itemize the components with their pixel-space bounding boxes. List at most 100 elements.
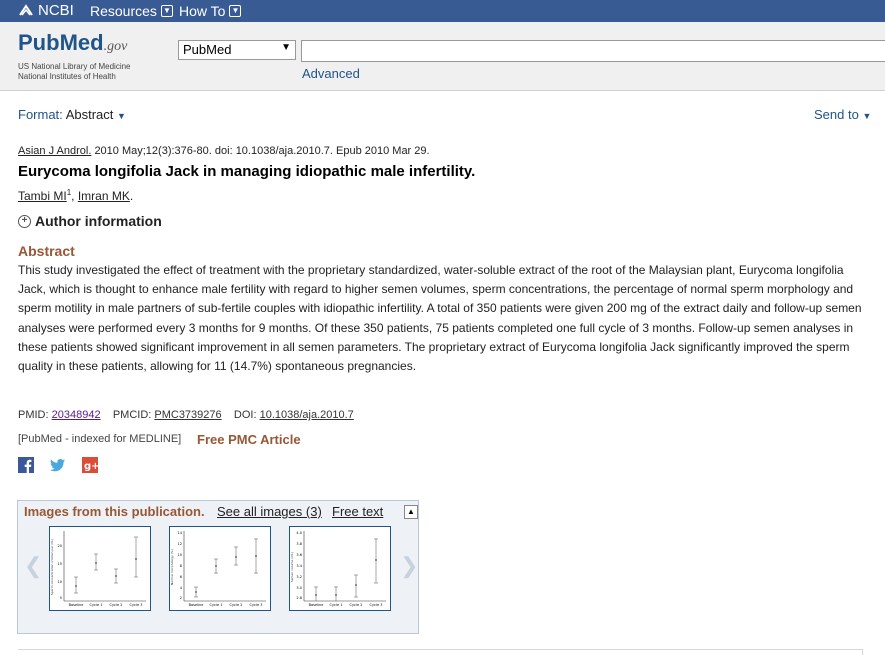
menu-resources[interactable]: Resources ▼ <box>90 3 173 19</box>
ncbi-logo-icon <box>19 3 33 16</box>
pmid-label: PMID: <box>18 409 49 421</box>
abstract-text: This study investigated the effect of tr… <box>18 263 862 374</box>
author-information-label: Author information <box>35 213 162 229</box>
ncbi-label: NCBI <box>38 2 74 19</box>
pubmed-logo[interactable]: PubMed.gov <box>18 30 138 60</box>
format-value: Abstract <box>65 107 114 122</box>
thumb-ytick: 3.4 <box>296 564 302 568</box>
thumb-ytick: 6 <box>180 575 182 579</box>
nih-line: National Institutes of Health <box>18 72 116 81</box>
thumb-ytick: 4 <box>180 586 183 590</box>
menu-how-to[interactable]: How To ▼ <box>179 3 242 19</box>
thumb-ytick: 20 <box>58 544 62 548</box>
thumbnail-plot: Semen volume (mL) 4.0 3.8 3.6 3.4 3.2 3.… <box>290 531 386 607</box>
caret-down-icon: ▼ <box>862 111 872 121</box>
social-share: g+ <box>18 457 98 473</box>
facebook-icon[interactable] <box>18 457 34 473</box>
nlm-subtitle: US National Library of Medicine National… <box>18 62 131 82</box>
thumb-xtick: Cycle 1 <box>330 603 343 607</box>
logo-pub-text: Pub <box>18 30 60 55</box>
thumb-ytick: 10 <box>58 580 62 584</box>
thumb-ytick: 14 <box>178 531 183 535</box>
menu-how-to-label: How To <box>179 3 226 19</box>
thumb-xtick: Baseline <box>309 603 324 607</box>
collapse-panel-button[interactable]: ▲ <box>404 505 418 519</box>
database-select-value: PubMed <box>183 42 232 57</box>
google-plus-icon[interactable]: g+ <box>82 457 98 473</box>
thumb-xtick: Cycle 2 <box>230 603 243 607</box>
images-from-publication-panel: Images from this publication. See all im… <box>17 500 419 634</box>
carousel-next-icon[interactable]: ❯ <box>400 553 418 579</box>
thumb-ytick: 4.0 <box>296 531 302 535</box>
see-all-images-link[interactable]: See all images (3) <box>217 504 322 519</box>
thumb-ytick: 12 <box>178 542 182 546</box>
expand-plus-icon: + <box>18 214 31 228</box>
thumb-ylabel: Sperm concentration (million per mL) <box>50 539 54 595</box>
article-title: Eurycoma longifolia Jack in managing idi… <box>18 163 476 180</box>
format-selector[interactable]: Format: Abstract ▼ <box>18 107 126 122</box>
images-panel-title: Images from this publication. <box>24 504 205 519</box>
thumb-ytick: 3.0 <box>296 586 302 590</box>
thumbnail-plot: Normal morphology (%) 14 12 10 8 6 4 2 B… <box>170 531 266 607</box>
pmcid-label: PMCID: <box>112 409 152 421</box>
thumb-ytick: 3.2 <box>296 575 302 579</box>
dropdown-arrow-icon: ▼ <box>281 42 291 53</box>
section-divider-edge <box>862 649 863 655</box>
thumb-xtick: Cycle 3 <box>130 603 143 607</box>
caret-down-icon: ▼ <box>117 111 126 121</box>
format-label: Format <box>18 107 60 122</box>
thumb-xtick: Cycle 1 <box>210 603 223 607</box>
carousel-prev-icon[interactable]: ❮ <box>24 553 42 579</box>
thumb-xtick: Baseline <box>69 603 84 607</box>
thumb-ytick: 2.8 <box>296 596 302 600</box>
figure-thumbnail[interactable]: Normal morphology (%) 14 12 10 8 6 4 2 B… <box>169 526 271 611</box>
doi-link[interactable]: 10.1038/aja.2010.7 <box>260 409 354 421</box>
thumbnail-plot: Sperm concentration (million per mL) 20 … <box>50 531 146 607</box>
thumb-ytick: 10 <box>178 553 182 557</box>
thumb-ytick: 3.8 <box>296 542 302 546</box>
advanced-search-link[interactable]: Advanced <box>302 66 360 81</box>
pubmed-header: PubMed.gov US National Library of Medici… <box>0 22 885 91</box>
thumb-xtick: Cycle 3 <box>370 603 383 607</box>
author-link[interactable]: Imran MK <box>78 189 130 203</box>
chevron-down-icon: ▼ <box>229 5 242 17</box>
twitter-icon[interactable] <box>50 457 66 473</box>
indexing-status: [PubMed - indexed for MEDLINE] <box>18 433 182 445</box>
author-information-toggle[interactable]: + Author information <box>18 213 162 229</box>
thumb-ytick: 15 <box>58 562 62 566</box>
citation: Asian J Androl. 2010 May;12(3):376-80. d… <box>18 145 430 157</box>
search-input[interactable] <box>301 40 885 62</box>
thumb-xtick: Cycle 1 <box>90 603 103 607</box>
figure-thumbnail[interactable]: Semen volume (mL) 4.0 3.8 3.6 3.4 3.2 3.… <box>289 526 391 611</box>
author-list: Tambi MI1, Imran MK. <box>18 188 133 203</box>
menu-resources-label: Resources <box>90 3 157 19</box>
send-to-label: Send to <box>814 107 859 122</box>
thumb-xtick: Baseline <box>189 603 204 607</box>
author-separator: , <box>71 189 78 203</box>
database-select[interactable]: PubMed ▼ <box>178 40 296 60</box>
nlm-line: US National Library of Medicine <box>18 62 131 71</box>
free-text-link[interactable]: Free text <box>332 504 383 519</box>
pmcid-link[interactable]: PMC3739276 <box>154 409 221 421</box>
ncbi-top-bar: NCBI Resources ▼ How To ▼ <box>0 0 885 22</box>
free-pmc-article-link[interactable]: Free PMC Article <box>197 432 301 447</box>
journal-link[interactable]: Asian J Androl. <box>18 145 91 157</box>
send-to-button[interactable]: Send to ▼ <box>814 107 871 122</box>
chevron-down-icon: ▼ <box>160 5 173 17</box>
citation-details: 2010 May;12(3):376-80. doi: 10.1038/aja.… <box>94 145 430 157</box>
author-link[interactable]: Tambi MI <box>18 189 67 203</box>
logo-gov-text: .gov <box>103 39 128 54</box>
figure-thumbnail[interactable]: Sperm concentration (million per mL) 20 … <box>49 526 151 611</box>
section-divider <box>18 649 863 650</box>
svg-text:g+: g+ <box>84 461 98 472</box>
thumb-xtick: Cycle 3 <box>250 603 263 607</box>
triangle-up-icon: ▲ <box>407 507 415 516</box>
thumb-ytick: 5 <box>60 596 62 600</box>
pmid-link[interactable]: 20348942 <box>52 409 101 421</box>
thumb-ylabel: Normal morphology (%) <box>170 549 174 585</box>
thumb-ytick: 8 <box>180 564 182 568</box>
author-end: . <box>129 189 134 203</box>
ncbi-home-link[interactable]: NCBI <box>18 2 74 19</box>
logo-med-text: Med <box>59 30 104 55</box>
doi-label: DOI: <box>233 409 257 421</box>
